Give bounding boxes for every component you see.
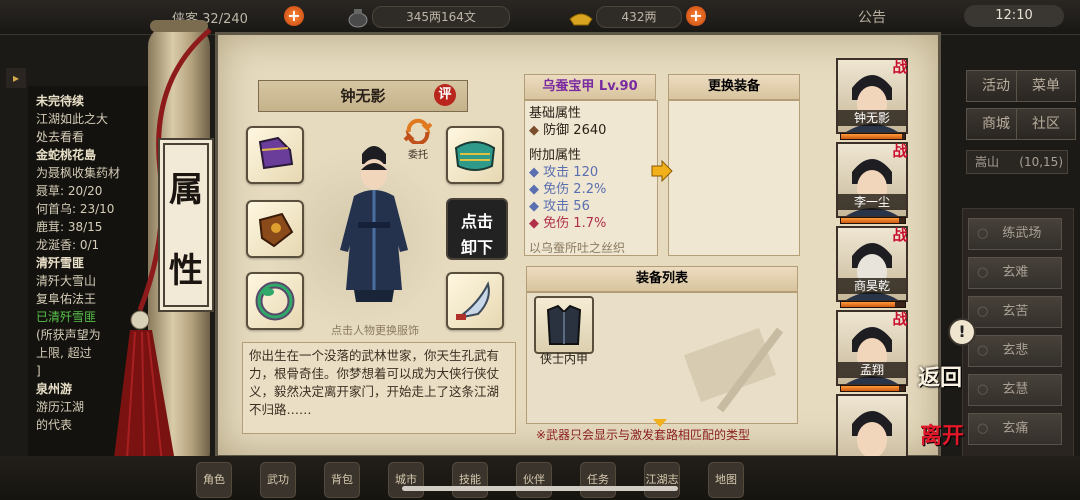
battle-badge: 战 bbox=[892, 310, 908, 328]
leave-button[interactable]: 离开 bbox=[920, 418, 968, 458]
bottom-nav-item[interactable]: 背包 bbox=[324, 462, 360, 498]
change-outfit-hint: 点击人物更换服饰 bbox=[331, 324, 419, 337]
community-button[interactable]: 社区 bbox=[1016, 108, 1076, 140]
diamond-icon: ◆ bbox=[529, 199, 544, 214]
weapon-filter-note: ※武器只会显示与激发套路相匹配的类型 bbox=[536, 428, 751, 442]
money-display: 345两164文 bbox=[372, 6, 510, 28]
place-item[interactable]: ○ 练武场 bbox=[968, 218, 1062, 250]
bottom-nav-item[interactable]: 技能 bbox=[452, 462, 488, 498]
base-stats-title: 基础属性 bbox=[529, 106, 582, 121]
extra-stat-row: ◆ 攻击 56 bbox=[529, 199, 590, 214]
add-capacity-button[interactable]: + bbox=[284, 6, 304, 26]
jade-bracelet-icon bbox=[255, 281, 295, 321]
xp-fill bbox=[841, 302, 896, 307]
party-portrait-list: 钟无影战李一尘战商昊乾战孟翔战 bbox=[836, 58, 916, 476]
add-ingot-button[interactable]: + bbox=[686, 6, 706, 26]
battle-badge: 战 bbox=[892, 226, 908, 244]
diamond-icon: ◆ bbox=[529, 165, 544, 180]
party-member-xp-bar bbox=[840, 133, 906, 140]
menu-button[interactable]: 菜单 bbox=[1016, 70, 1076, 102]
bottom-nav-item[interactable]: 城市 bbox=[388, 462, 424, 498]
place-item[interactable]: ○ 玄痛 bbox=[968, 413, 1062, 445]
diamond-icon: ◆ bbox=[529, 216, 544, 231]
equipment-list-item-name: 侠士内甲 bbox=[539, 352, 588, 366]
place-marker-icon: ○ bbox=[977, 421, 989, 436]
xp-fill bbox=[841, 134, 902, 139]
place-marker-icon: ○ bbox=[977, 226, 989, 241]
armor-set-icon bbox=[454, 141, 496, 171]
return-button[interactable]: 返回 bbox=[918, 360, 964, 404]
party-member-card[interactable]: 商昊乾 战 bbox=[836, 226, 916, 308]
money-pouch-icon bbox=[346, 5, 370, 29]
place-item[interactable]: ○ 玄悲 bbox=[968, 335, 1062, 367]
home-indicator bbox=[402, 486, 678, 491]
xp-fill bbox=[841, 218, 899, 223]
unequip-button[interactable]: 点击 卸下 bbox=[446, 198, 508, 260]
character-figure[interactable] bbox=[332, 140, 416, 312]
party-member-name: 李一尘 bbox=[838, 194, 906, 210]
equip-slot-boots[interactable] bbox=[246, 126, 304, 184]
scroll-down-indicator-icon[interactable] bbox=[652, 418, 668, 428]
rate-button[interactable]: 评 bbox=[434, 84, 456, 106]
inner-armor-icon bbox=[546, 304, 582, 345]
base-stat-row: ◆ 防御 2640 bbox=[529, 123, 607, 138]
place-item[interactable]: ○ 玄难 bbox=[968, 257, 1062, 289]
party-member-card[interactable]: 李一尘 战 bbox=[836, 142, 916, 224]
scroll-watermark-icon bbox=[683, 327, 784, 413]
place-marker-icon: ○ bbox=[977, 265, 989, 280]
equip-slot-bracelet[interactable] bbox=[246, 272, 304, 330]
diamond-icon: ◆ bbox=[529, 123, 544, 138]
bottom-nav-item[interactable]: 江湖志 bbox=[644, 462, 680, 498]
place-item[interactable]: ○ 玄慧 bbox=[968, 374, 1062, 406]
clock: 12:10 bbox=[964, 5, 1064, 27]
character-description: 你出生在一个没落的武林世家，你天生孔武有力，根骨奇佳。你梦想着可以成为大侠行侠仗… bbox=[242, 342, 516, 434]
xp-fill bbox=[841, 386, 899, 391]
battle-badge: 战 bbox=[892, 58, 908, 76]
bottom-nav-item[interactable]: 角色 bbox=[196, 462, 232, 498]
party-member-name: 孟翔 bbox=[838, 362, 906, 378]
item-title: 乌蚕宝甲 Lv.90 bbox=[524, 74, 656, 100]
ingot-display: 432两 bbox=[596, 6, 682, 28]
party-member-name: 商昊乾 bbox=[838, 278, 906, 294]
bottom-nav-item[interactable]: 地图 bbox=[708, 462, 744, 498]
gold-ingot-icon bbox=[568, 5, 594, 29]
equip-slot-armor[interactable] bbox=[446, 126, 504, 184]
place-item[interactable]: ○ 玄苦 bbox=[968, 296, 1062, 328]
party-member-name: 钟无影 bbox=[838, 110, 906, 126]
bottom-nav-item[interactable]: 任务 bbox=[580, 462, 616, 498]
party-member-card[interactable]: 孟翔 战 bbox=[836, 310, 916, 392]
equip-slot-gauntlet[interactable] bbox=[246, 200, 304, 258]
party-member-xp-bar bbox=[840, 385, 906, 392]
place-marker-icon: ○ bbox=[977, 304, 989, 319]
place-marker-icon: ○ bbox=[977, 343, 989, 358]
boots-icon bbox=[258, 136, 294, 170]
item-stats-panel: 基础属性 ◆ 防御 2640 附加属性 ◆ 攻击 120 ◆ 免伤 2.2% ◆ 攻击 5… bbox=[524, 100, 658, 256]
party-member-xp-bar bbox=[840, 217, 906, 224]
hint-alert-icon[interactable]: ! bbox=[948, 318, 976, 346]
extra-stats-title: 附加属性 bbox=[529, 148, 582, 163]
place-marker-icon: ○ bbox=[977, 382, 989, 397]
replace-compare-panel bbox=[668, 100, 800, 256]
diamond-icon: ◆ bbox=[529, 182, 544, 197]
extra-stat-row: ◆ 免伤 2.2% bbox=[529, 182, 607, 197]
equipment-list-item[interactable] bbox=[534, 296, 594, 354]
curved-blade-icon bbox=[456, 281, 490, 320]
gauntlet-icon bbox=[258, 212, 294, 248]
equip-slot-weapon[interactable] bbox=[446, 272, 504, 330]
collapse-quest-arrow-icon[interactable]: ▸ bbox=[6, 68, 26, 88]
compare-arrow-icon bbox=[651, 160, 673, 182]
item-flavor-text: 以乌蚕所吐之丝织 bbox=[529, 241, 626, 255]
party-member-xp-bar bbox=[840, 301, 906, 308]
replace-equipment-header: 更换装备 bbox=[668, 74, 800, 100]
location-display: 嵩山 (10,15) bbox=[966, 150, 1068, 174]
battle-badge: 战 bbox=[892, 142, 908, 160]
equipment-list-header: 装备列表 bbox=[526, 266, 798, 292]
extra-stat-row: ◆ 攻击 120 bbox=[529, 165, 599, 180]
notice-button[interactable]: 公告 bbox=[858, 7, 886, 27]
extra-stat-row: ◆ 免伤 1.7% bbox=[529, 216, 607, 231]
bottom-nav-item[interactable]: 伙伴 bbox=[516, 462, 552, 498]
party-member-card[interactable]: 钟无影 战 bbox=[836, 58, 916, 140]
attribute-tab-label: 属 性 bbox=[158, 138, 214, 312]
bottom-nav-item[interactable]: 武功 bbox=[260, 462, 296, 498]
